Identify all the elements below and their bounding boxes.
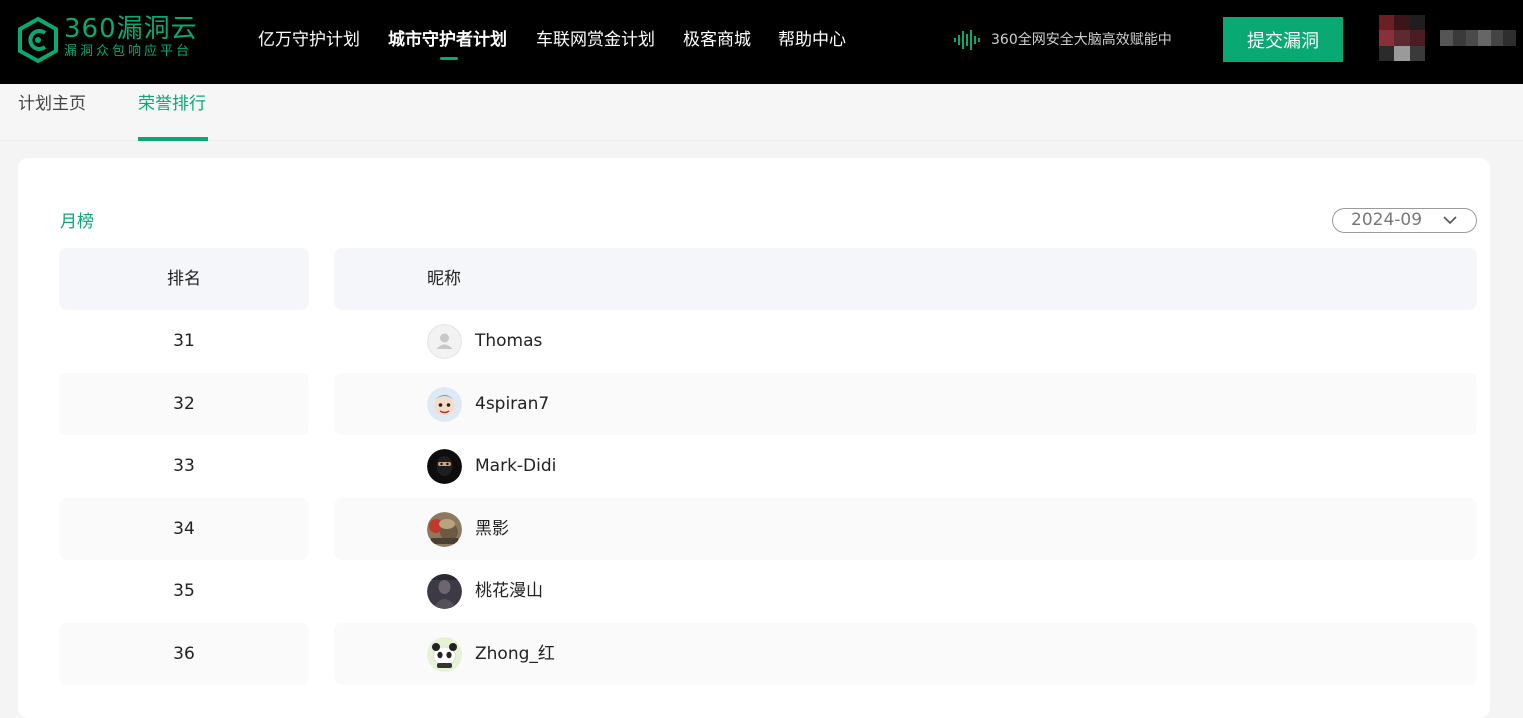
monthly-board-title: 月榜 [60, 212, 94, 232]
rank-value: 31 [173, 331, 195, 351]
rank-header-label: 排名 [167, 269, 201, 289]
user-nickname[interactable]: 4spiran7 [475, 392, 549, 416]
top-header: 360漏洞云 漏洞众包响应平台 亿万守护计划 城市守护者计划 车联网赏金计划 极… [0, 0, 1523, 84]
table-row-user: Zhong_红 [334, 623, 1477, 685]
logo-hexagon-icon [18, 16, 58, 64]
rank-value: 35 [173, 581, 195, 601]
masked-figure-avatar-icon[interactable] [427, 449, 462, 484]
tab-active-indicator [138, 137, 208, 141]
nickname-column-header: 昵称 [334, 248, 1477, 310]
user-avatar[interactable] [1379, 15, 1425, 61]
table-row-rank: 35 [59, 560, 309, 622]
tab-honor-ranking[interactable]: 荣誉排行 [138, 92, 206, 116]
user-nickname[interactable]: 桃花漫山 [475, 579, 543, 603]
user-nickname[interactable]: Thomas [475, 329, 542, 353]
month-select-value: 2024-09 [1351, 210, 1423, 230]
submit-vulnerability-button[interactable]: 提交漏洞 [1223, 17, 1343, 62]
nav-active-indicator [440, 57, 458, 60]
table-row-user: Mark-Didi [334, 435, 1477, 497]
table-row-user: 黑影 [334, 498, 1477, 560]
panda-avatar-icon[interactable] [427, 637, 462, 672]
table-row-user: 4spiran7 [334, 373, 1477, 435]
nav-item-billion-guard[interactable]: 亿万守护计划 [258, 28, 360, 52]
rank-value: 34 [173, 519, 195, 539]
default-user-avatar-icon[interactable] [427, 324, 462, 359]
rank-column-header: 排名 [59, 248, 309, 310]
table-row-user: 桃花漫山 [334, 560, 1477, 622]
logo-title: 360漏洞云 [64, 14, 198, 44]
table-row-rank: 34 [59, 498, 309, 560]
rank-value: 33 [173, 456, 195, 476]
chevron-down-icon [1443, 216, 1457, 225]
tab-plan-home[interactable]: 计划主页 [18, 92, 86, 116]
month-select[interactable]: 2024-09 [1332, 208, 1477, 233]
nav-item-geek-mall[interactable]: 极客商城 [683, 28, 751, 52]
photo-avatar-icon[interactable] [427, 512, 462, 547]
user-nickname[interactable]: Zhong_红 [475, 642, 555, 666]
user-nickname[interactable]: Mark-Didi [475, 454, 556, 478]
table-row-rank: 36 [59, 623, 309, 685]
table-row-rank: 32 [59, 373, 309, 435]
nickname-header-label: 昵称 [427, 269, 461, 289]
rank-value: 32 [173, 394, 195, 414]
cartoon-avatar-icon[interactable] [427, 387, 462, 422]
dark-photo-avatar-icon[interactable] [427, 574, 462, 609]
nav-item-city-guardian[interactable]: 城市守护者计划 [388, 28, 507, 52]
nav-item-iov-bounty[interactable]: 车联网赏金计划 [536, 28, 655, 52]
nav-item-help-center[interactable]: 帮助中心 [778, 28, 846, 52]
rank-value: 36 [173, 644, 195, 664]
security-brain-text: 360全网安全大脑高效赋能中 [991, 32, 1172, 48]
table-row-rank: 33 [59, 435, 309, 497]
username-blurred[interactable] [1440, 30, 1516, 46]
logo[interactable]: 360漏洞云 漏洞众包响应平台 [16, 14, 216, 66]
table-row-user: Thomas [334, 310, 1477, 372]
ranking-card: 月榜 2024-09 排名 昵称 31 Thomas 32 4spiran7 3… [18, 158, 1490, 718]
table-row-rank: 31 [59, 310, 309, 372]
user-nickname[interactable]: 黑影 [475, 517, 509, 541]
sub-navigation: 计划主页 荣誉排行 [0, 84, 1523, 141]
sound-wave-icon [954, 30, 980, 50]
logo-subtitle: 漏洞众包响应平台 [64, 44, 193, 59]
